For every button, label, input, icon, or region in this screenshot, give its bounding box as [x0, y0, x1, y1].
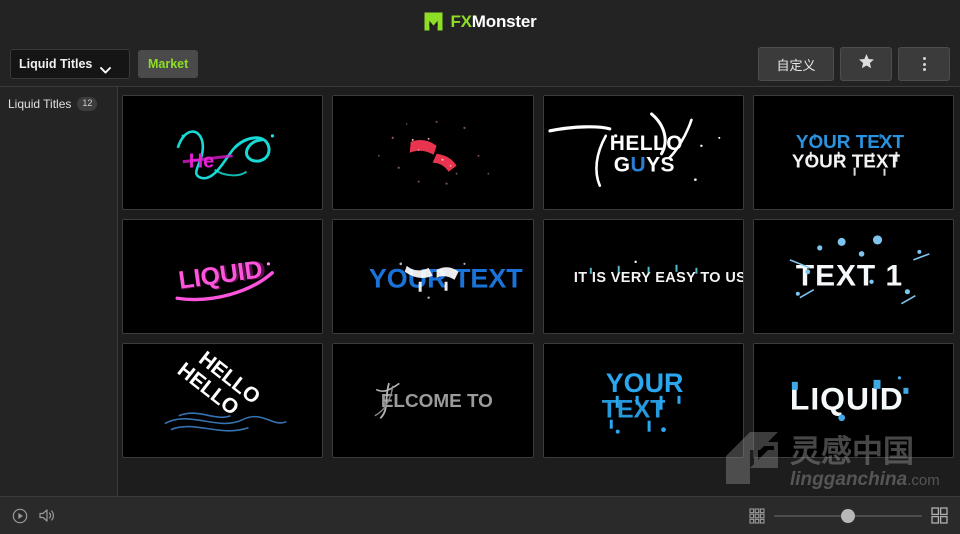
svg-text:YOUR TEXT: YOUR TEXT — [796, 132, 905, 153]
grid-large-icon[interactable] — [931, 507, 948, 524]
template-thumbnail: HELLO HELLO — [123, 344, 323, 457]
template-card[interactable]: HELLO HELLO — [122, 343, 324, 458]
favorite-button[interactable] — [840, 47, 892, 81]
grid-small-icon[interactable] — [749, 507, 765, 524]
market-button[interactable]: Market — [138, 50, 199, 78]
template-card[interactable]: He — [122, 95, 324, 210]
logo-monster-text: Monster — [471, 11, 537, 31]
sidebar-item-label: Liquid Titles — [8, 97, 72, 111]
template-thumbnail: IT IS VERY EASY TO USE! — [543, 220, 743, 333]
template-card[interactable]: TEXT 1 — [752, 219, 954, 334]
category-dropdown[interactable]: Liquid Titles — [10, 49, 130, 79]
template-thumbnail: LIQUID LIQUID — [123, 220, 323, 333]
template-card[interactable]: ELCOME TO — [332, 343, 534, 458]
play-circle-icon[interactable] — [12, 508, 28, 524]
svg-text:GUYS: GUYS — [613, 154, 674, 177]
template-thumbnail: ELCOME TO — [333, 344, 533, 457]
template-thumbnail: LIQUID — [753, 344, 953, 457]
template-card[interactable]: LIQUID LIQUID — [122, 219, 324, 334]
app-logo: FXMonster — [423, 11, 537, 32]
logo-fx-text: FX — [450, 11, 472, 31]
template-thumbnail: YOUR TEXT — [543, 344, 743, 457]
svg-text:HELLO: HELLO — [609, 132, 682, 155]
monster-m-icon — [423, 11, 444, 32]
watermark-en-text: lingganchina.com — [790, 469, 940, 490]
app-window: FXMonster Liquid Titles Market 自定义 Liqui… — [0, 0, 960, 534]
template-grid: He HELLO GUYS YOUR TEXT YOUR TEXT LIQUID… — [118, 87, 960, 466]
market-button-label: Market — [148, 57, 189, 71]
customize-button-label: 自定义 — [776, 57, 816, 73]
three-dots-vertical-icon — [922, 57, 926, 71]
speaker-icon[interactable] — [38, 508, 55, 523]
customize-button[interactable]: 自定义 — [758, 47, 834, 81]
playback-controls — [12, 508, 55, 524]
category-dropdown-value: Liquid Titles — [19, 57, 93, 71]
view-controls — [749, 507, 948, 524]
template-thumbnail: He — [123, 96, 323, 209]
svg-text:YOUR: YOUR — [605, 368, 683, 398]
template-grid-panel: He HELLO GUYS YOUR TEXT YOUR TEXT LIQUID… — [118, 87, 960, 496]
template-thumbnail: YOUR TEXT YOUR TEXT — [753, 96, 953, 209]
sidebar: Liquid Titles 12 — [0, 87, 118, 496]
template-thumbnail: TEXT 1 — [753, 220, 953, 333]
sidebar-item-liquid-titles[interactable]: Liquid Titles 12 — [0, 91, 117, 117]
template-thumbnail: YOUR TEXT — [333, 220, 533, 333]
sidebar-item-badge: 12 — [77, 97, 98, 111]
bottom-bar — [0, 496, 960, 534]
template-thumbnail — [333, 96, 533, 209]
template-card[interactable]: YOUR TEXT — [332, 219, 534, 334]
svg-text:TEXT: TEXT — [601, 396, 665, 424]
svg-text:TEXT 1: TEXT 1 — [796, 260, 903, 293]
more-options-button[interactable] — [898, 47, 950, 81]
title-bar: FXMonster — [0, 0, 960, 42]
toolbar-actions: 自定义 — [758, 47, 950, 81]
svg-text:LIQUID: LIQUID — [790, 381, 904, 417]
chevron-down-icon — [100, 61, 112, 74]
template-card[interactable]: LIQUID — [752, 343, 954, 458]
template-card[interactable] — [332, 95, 534, 210]
main-body: Liquid Titles 12 He HELLO GUYS YOUR TEXT… — [0, 86, 960, 496]
template-card[interactable]: YOUR TEXT — [542, 343, 744, 458]
zoom-slider[interactable] — [774, 508, 922, 523]
svg-text:IT IS VERY EASY TO USE!: IT IS VERY EASY TO USE! — [573, 270, 742, 286]
svg-text:ELCOME TO: ELCOME TO — [381, 391, 493, 412]
toolbar: Liquid Titles Market 自定义 — [0, 42, 960, 86]
template-thumbnail: HELLO GUYS — [543, 96, 743, 209]
zoom-slider-thumb[interactable] — [841, 508, 855, 523]
star-icon — [858, 53, 875, 75]
template-card[interactable]: YOUR TEXT YOUR TEXT — [752, 95, 954, 210]
template-card[interactable]: IT IS VERY EASY TO USE! — [542, 219, 744, 334]
logo-wordmark: FXMonster — [450, 13, 536, 30]
template-card[interactable]: HELLO GUYS — [542, 95, 744, 210]
